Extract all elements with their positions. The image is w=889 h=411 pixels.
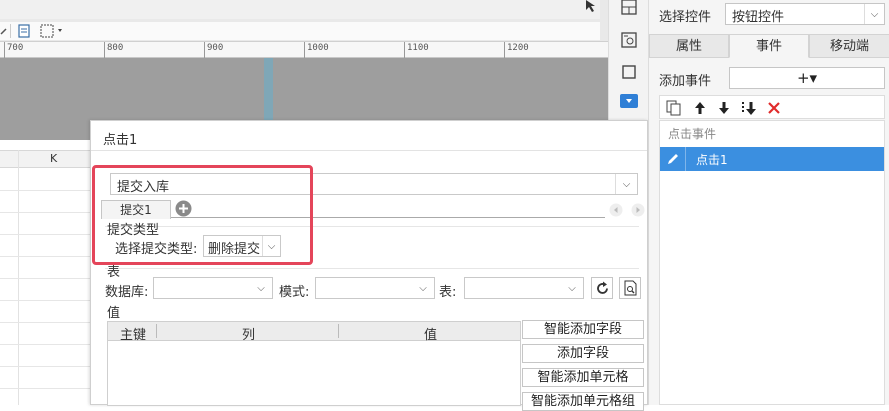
grid-line <box>0 388 90 389</box>
dropdown-widget-icon[interactable] <box>620 94 638 108</box>
search-document-icon <box>624 280 637 296</box>
layout-icon[interactable] <box>621 0 637 16</box>
dialog-title-bar: 点击1 <box>91 121 647 151</box>
delete-icon[interactable] <box>766 100 782 116</box>
control-select[interactable]: 按钮控件 ⌵ <box>725 3 885 25</box>
grid-line <box>0 366 90 367</box>
document-icon[interactable] <box>17 24 31 38</box>
chevron-down-icon[interactable]: ⌵ <box>561 278 583 298</box>
select-control-label: 选择控件 <box>659 10 712 25</box>
scroll-left-icon[interactable] <box>609 203 623 217</box>
copy-icon[interactable] <box>666 100 682 116</box>
refresh-button[interactable] <box>591 277 613 299</box>
grid-line <box>0 322 90 323</box>
schema-select[interactable]: ⌵ <box>315 277 435 299</box>
grid-line <box>0 234 90 235</box>
table-select[interactable]: ⌵ <box>464 277 584 299</box>
preview-table-button[interactable] <box>619 277 641 299</box>
event-item-click1[interactable]: 点击1 <box>660 147 884 171</box>
smart-add-field-button[interactable]: 智能添加字段 <box>522 320 644 339</box>
ruler-tick <box>404 42 405 58</box>
column-divider <box>156 324 157 338</box>
chevron-down-icon[interactable]: ⌵ <box>615 174 637 194</box>
grid-line <box>0 300 90 301</box>
ruler-tick <box>104 42 105 58</box>
tab-label: 属性 <box>675 39 702 54</box>
grid-line <box>0 278 90 279</box>
designer-toolbar <box>0 0 608 42</box>
column-divider <box>338 324 339 338</box>
sheet-grid[interactable]: K <box>0 140 90 405</box>
column-header-row: K <box>0 150 90 168</box>
event-item-label: 点击1 <box>696 153 728 167</box>
smart-add-cell-group-button[interactable]: 智能添加单元格组 <box>522 392 644 411</box>
grid-line <box>0 190 90 191</box>
event-toolbar <box>659 95 885 119</box>
horizontal-ruler: 700 800 900 1000 1100 1200 <box>0 42 608 58</box>
tab-label: 事件 <box>755 39 782 54</box>
arrow-down-icon[interactable] <box>716 100 732 116</box>
button-label: 智能添加字段 <box>543 322 622 337</box>
tab-label: 移动端 <box>829 39 869 54</box>
properties-panel: 选择控件 按钮控件 ⌵ 属性 事件 移动端 添加事件 +▾ 点击事件 点击1 <box>648 0 889 405</box>
ruler-tick <box>504 42 505 58</box>
tab-events[interactable]: 事件 <box>729 34 809 58</box>
ruler-label: 700 <box>7 43 24 53</box>
grid-line <box>0 256 90 257</box>
section-divider <box>105 268 639 269</box>
field-table-body[interactable] <box>107 341 521 406</box>
add-event-button-label: +▾ <box>796 69 818 87</box>
chevron-down-icon[interactable]: ⌵ <box>864 4 884 24</box>
curve-icon[interactable] <box>0 24 14 38</box>
button-label: 添加字段 <box>556 346 609 361</box>
annotation-highlight-box <box>92 165 313 265</box>
arrow-up-icon[interactable] <box>692 100 708 116</box>
refresh-icon <box>597 281 608 294</box>
grid-line <box>0 344 90 345</box>
ruler-label: 1100 <box>407 43 429 53</box>
ruler-label: 1200 <box>507 43 529 53</box>
ruler-label: 1000 <box>307 43 329 53</box>
tab-properties[interactable]: 属性 <box>649 34 729 58</box>
pencil-icon[interactable] <box>666 152 680 166</box>
grid-line <box>0 212 90 213</box>
button-label: 智能添加单元格 <box>537 370 629 385</box>
chevron-down-icon[interactable]: ⌵ <box>250 278 272 298</box>
scroll-right-icon[interactable] <box>631 203 645 217</box>
column-header-k[interactable]: K <box>50 152 57 165</box>
database-select[interactable]: ⌵ <box>153 277 273 299</box>
add-event-button[interactable]: +▾ <box>729 67 885 89</box>
event-list: 点击事件 点击1 <box>659 120 885 405</box>
move-to-bottom-icon[interactable] <box>740 100 756 116</box>
smart-add-cell-button[interactable]: 智能添加单元格 <box>522 368 644 387</box>
schema-label: 模式: <box>279 285 310 300</box>
dialog-title: 点击1 <box>103 133 138 148</box>
data-source-icon[interactable] <box>621 32 637 48</box>
toolbar-top-band <box>0 0 600 19</box>
chevron-down-icon[interactable]: ⌵ <box>412 278 434 298</box>
tab-mobile[interactable]: 移动端 <box>809 34 889 58</box>
ruler-tick <box>304 42 305 58</box>
control-select-value: 按钮控件 <box>732 10 785 25</box>
table-label: 表: <box>439 285 457 300</box>
frame-icon[interactable] <box>621 64 637 80</box>
ruler-label: 900 <box>207 43 224 53</box>
database-label: 数据库: <box>105 285 149 300</box>
value-heading: 值 <box>107 306 121 321</box>
border-icon[interactable] <box>40 24 66 38</box>
event-category-label: 点击事件 <box>668 127 717 141</box>
ruler-tick <box>4 42 5 58</box>
add-field-button[interactable]: 添加字段 <box>522 344 644 363</box>
ruler-label: 800 <box>107 43 124 53</box>
button-label: 智能添加单元格组 <box>530 394 635 409</box>
add-event-label: 添加事件 <box>659 74 712 89</box>
field-table-header: 主键 列 值 <box>107 321 521 343</box>
ruler-tick <box>204 42 205 58</box>
toolbar-divider <box>10 24 11 38</box>
cursor-icon[interactable] <box>584 0 598 12</box>
toolbar-row <box>0 22 600 40</box>
edit-cell[interactable] <box>660 147 686 171</box>
